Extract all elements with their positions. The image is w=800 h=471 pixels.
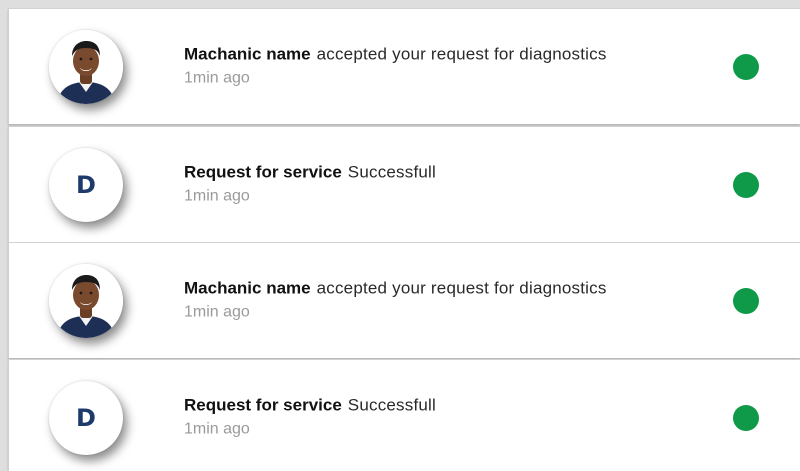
notification-time: 1min ago	[184, 420, 250, 438]
avatar: D	[49, 147, 123, 222]
notification-content: Machanic name accepted your request for d…	[184, 43, 607, 88]
notification-item[interactable]: Machanic name accepted your request for d…	[8, 242, 800, 358]
avatar-letter: D	[76, 403, 96, 432]
notification-text: Machanic name accepted your request for d…	[184, 43, 607, 65]
notification-list: Machanic name accepted your request for d…	[0, 0, 800, 471]
notification-title: Request for service	[184, 395, 342, 415]
notification-time: 1min ago	[184, 187, 250, 205]
notification-text: Request for service Successfull	[184, 161, 436, 183]
status-dot-icon	[733, 404, 759, 431]
notification-content: Request for service Successfull 1min ago	[184, 161, 436, 206]
notification-time: 1min ago	[184, 69, 250, 87]
user-photo-icon	[49, 29, 123, 104]
notification-message: Successfull	[347, 395, 436, 415]
status-dot-icon	[733, 287, 759, 314]
notification-title: Machanic name	[184, 44, 311, 64]
status-dot-icon	[733, 171, 759, 198]
notification-item[interactable]: D Request for service Successfull 1min ag…	[8, 126, 800, 242]
avatar	[49, 263, 123, 338]
notification-message: Successfull	[347, 162, 436, 182]
notification-item[interactable]: D Request for service Successfull 1min ag…	[8, 359, 800, 471]
status-dot-icon	[733, 53, 759, 80]
avatar-letter: D	[76, 170, 96, 199]
notification-content: Request for service Successfull 1min ago	[184, 394, 436, 439]
notification-item[interactable]: Machanic name accepted your request for d…	[8, 8, 800, 124]
notification-title: Machanic name	[184, 278, 311, 298]
avatar: D	[49, 380, 123, 455]
user-photo-icon	[49, 263, 123, 338]
notification-message: accepted your request for diagnostics	[316, 44, 607, 64]
notification-text: Request for service Successfull	[184, 394, 436, 416]
notification-text: Machanic name accepted your request for d…	[184, 277, 607, 299]
notification-message: accepted your request for diagnostics	[316, 278, 607, 298]
avatar	[49, 29, 123, 104]
notification-time: 1min ago	[184, 303, 250, 321]
notification-content: Machanic name accepted your request for d…	[184, 277, 607, 322]
notification-title: Request for service	[184, 162, 342, 182]
